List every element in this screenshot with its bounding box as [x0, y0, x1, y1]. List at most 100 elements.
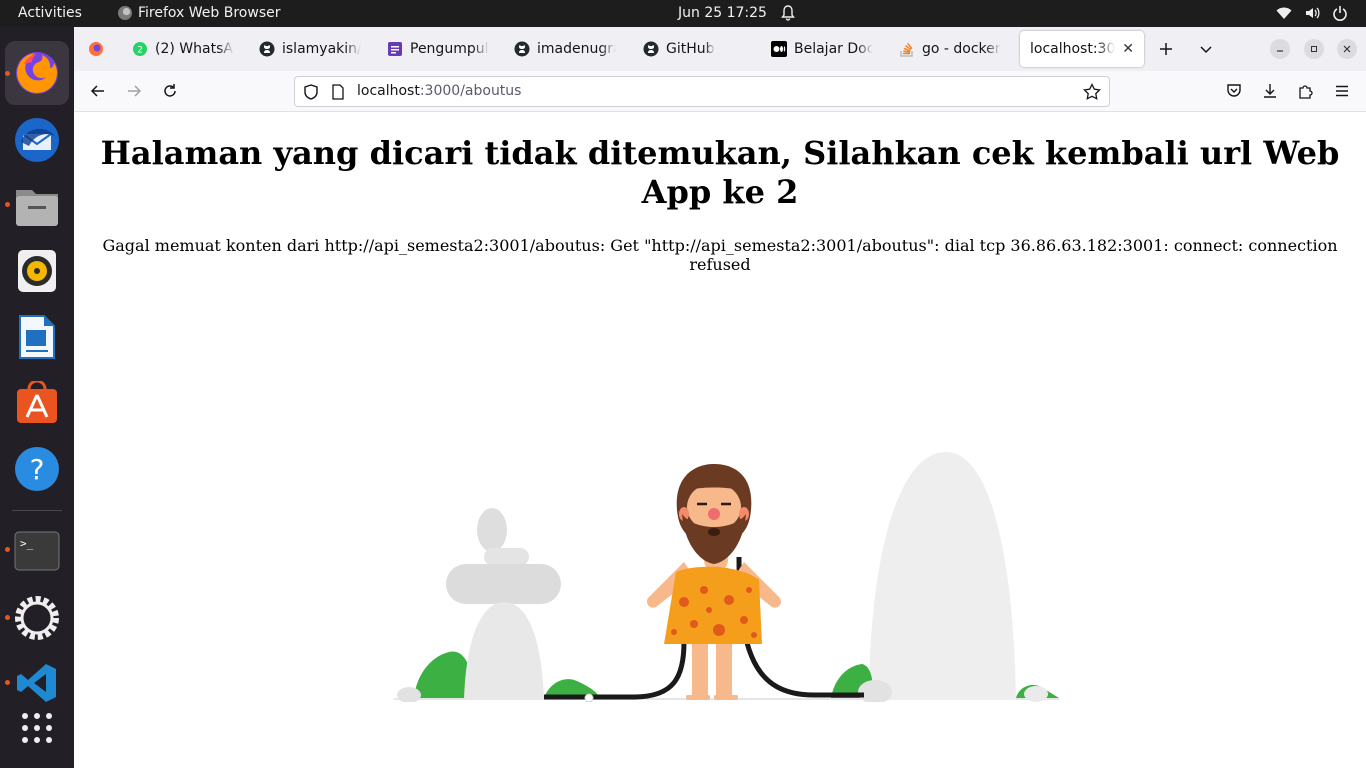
leg	[716, 642, 732, 697]
stone	[484, 548, 529, 566]
caveman-unplugged-illustration	[394, 452, 1059, 702]
extensions-button[interactable]	[1294, 79, 1318, 103]
tab-bar: 2 (2) WhatsApp islamyakin/se Pengumpulan…	[74, 27, 1366, 71]
tab-firefox-view[interactable]	[78, 31, 114, 67]
tab-pengumpulan[interactable]: Pengumpulan	[377, 31, 499, 67]
forward-button[interactable]	[122, 79, 146, 103]
list-all-tabs-button[interactable]	[1194, 37, 1218, 61]
dock-vscode[interactable]	[13, 659, 61, 707]
restore-icon	[1311, 46, 1317, 52]
show-apps-button[interactable]	[13, 704, 61, 752]
minimize-icon	[1277, 50, 1283, 52]
whatsapp-icon: 2	[133, 42, 147, 56]
close-tab-icon[interactable]: ✕	[1122, 41, 1134, 57]
dock: ? >_	[0, 27, 74, 768]
back-button[interactable]	[86, 79, 110, 103]
downloads-button[interactable]	[1258, 79, 1282, 103]
stone	[869, 452, 1016, 700]
running-indicator	[5, 547, 10, 552]
dock-separator	[12, 510, 62, 511]
arrow-left-icon	[90, 85, 104, 97]
tab-stackoverflow[interactable]: go - docker: E	[889, 31, 1011, 67]
dock-rhythmbox[interactable]	[13, 247, 61, 295]
app-menu[interactable]: Firefox Web Browser	[118, 5, 281, 21]
stackoverflow-icon	[900, 42, 913, 57]
dock-app-center[interactable]	[13, 379, 61, 427]
tunic	[664, 566, 762, 644]
puzzle-icon	[1299, 85, 1313, 99]
navigation-toolbar: localhost:3000/aboutus	[74, 71, 1366, 112]
activities-button[interactable]: Activities	[18, 5, 82, 21]
page-heading: Halaman yang dicari tidak ditemukan, Sil…	[100, 134, 1340, 211]
web-page-content: Halaman yang dicari tidak ditemukan, Sil…	[74, 112, 1366, 768]
power-icon[interactable]	[1332, 5, 1348, 21]
reload-button[interactable]	[158, 79, 182, 103]
stone	[464, 602, 544, 700]
tab-github-islamyakin[interactable]: islamyakin/se	[249, 31, 371, 67]
dock-thunderbird[interactable]	[13, 116, 61, 164]
volume-icon[interactable]	[1304, 5, 1320, 21]
tab-github[interactable]: GitHub	[633, 31, 755, 67]
mouth	[708, 528, 720, 536]
github-icon	[643, 41, 659, 57]
speaker-icon	[18, 250, 56, 292]
svg-text:>_: >_	[20, 537, 34, 550]
url-bar[interactable]: localhost:3000/aboutus	[294, 76, 1110, 107]
new-tab-button[interactable]	[1154, 37, 1178, 61]
bookmark-star-icon[interactable]	[1083, 83, 1101, 101]
pocket-button[interactable]	[1222, 79, 1246, 103]
svg-text:2: 2	[137, 46, 143, 56]
github-icon	[259, 41, 275, 57]
running-indicator	[5, 615, 10, 620]
close-window-button[interactable]	[1337, 39, 1357, 59]
tab-whatsapp[interactable]: 2 (2) WhatsApp	[122, 31, 244, 67]
github-icon	[514, 41, 530, 57]
app-name: Firefox Web Browser	[138, 5, 281, 21]
download-icon	[1264, 84, 1276, 98]
bush	[414, 651, 473, 698]
bell-icon[interactable]	[781, 5, 795, 21]
terminal-icon: >_	[14, 531, 60, 571]
dock-files[interactable]	[13, 182, 61, 230]
plus-icon	[1160, 43, 1172, 55]
help-icon: ?	[15, 447, 59, 491]
plug	[584, 693, 594, 702]
gear-icon	[15, 596, 59, 640]
shield-icon[interactable]	[303, 84, 319, 100]
url-host: localhost	[357, 83, 420, 99]
page-icon[interactable]	[331, 84, 345, 100]
pocket-icon	[1227, 84, 1241, 97]
arrow-right-icon	[128, 85, 142, 97]
stone	[477, 508, 507, 552]
app-menu-button[interactable]	[1330, 79, 1354, 103]
dock-writer[interactable]	[13, 313, 61, 361]
pebble	[1024, 686, 1048, 702]
maximize-button[interactable]	[1304, 39, 1324, 59]
thunderbird-icon	[15, 118, 59, 162]
dock-terminal[interactable]: >_	[13, 527, 61, 575]
tab-localhost-active[interactable]: localhost:3000 ✕	[1020, 31, 1144, 67]
dock-settings[interactable]	[13, 594, 61, 642]
leg	[692, 642, 708, 697]
tab-belajar-docker[interactable]: Belajar Dock	[761, 31, 883, 67]
dock-help[interactable]: ?	[13, 445, 61, 493]
close-icon	[1343, 45, 1351, 53]
form-icon	[388, 42, 402, 56]
foot	[714, 695, 738, 700]
running-indicator	[5, 71, 10, 76]
app-center-icon	[17, 381, 57, 423]
folder-icon	[16, 190, 58, 226]
clock[interactable]: Jun 25 17:25	[678, 5, 767, 21]
system-tray[interactable]	[1276, 5, 1348, 21]
firefox-mini-icon	[118, 6, 132, 20]
vscode-icon	[17, 664, 56, 702]
wifi-icon[interactable]	[1276, 5, 1292, 21]
firefox-icon	[16, 52, 58, 94]
reload-icon	[164, 84, 176, 97]
minimize-button[interactable]	[1270, 39, 1290, 59]
url-text[interactable]: localhost:3000/aboutus	[357, 83, 521, 99]
medium-icon	[771, 41, 787, 57]
dock-firefox[interactable]	[5, 41, 69, 105]
writer-document-icon	[19, 315, 55, 359]
tab-github-imadenugrah[interactable]: imadenugrah	[504, 31, 626, 67]
